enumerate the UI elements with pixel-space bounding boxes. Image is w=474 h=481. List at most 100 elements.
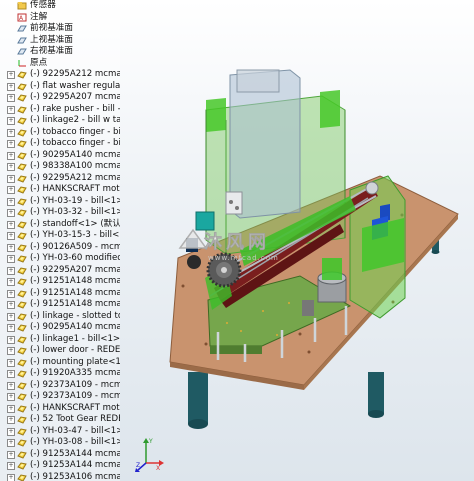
tree-part-label: (-) 92295A207 mcmaste: [30, 92, 120, 102]
tree-part-item[interactable]: + (-) 92373A109 - mcmas: [0, 391, 120, 403]
tree-part-item[interactable]: + (-) 92295A207 mcmaste: [0, 92, 120, 104]
coordinate-triad: Y X Z: [135, 438, 164, 472]
tree-part-item[interactable]: + (-) linkage2 - bill w tab: [0, 115, 120, 127]
expand-toggle-icon[interactable]: +: [7, 312, 15, 321]
tree-part-item[interactable]: + (-) YH-03-19 - bill<1> (: [0, 196, 120, 208]
expand-toggle-icon[interactable]: +: [7, 416, 15, 424]
expand-toggle-icon[interactable]: +: [7, 151, 15, 160]
expand-toggle-icon[interactable]: +: [7, 128, 15, 137]
tree-part-item[interactable]: + (-) 92373A109 - mcmas: [0, 380, 120, 392]
expand-toggle-icon[interactable]: +: [7, 393, 15, 401]
expand-toggle-icon[interactable]: +: [7, 370, 15, 378]
watermark-logo-icon: [178, 228, 208, 249]
tree-part-label: (-) 91253A106 mcmaste: [30, 471, 120, 481]
expand-toggle-icon[interactable]: +: [7, 174, 15, 183]
expand-toggle-icon[interactable]: +: [7, 450, 15, 459]
expand-toggle-icon[interactable]: +: [7, 232, 15, 240]
expand-toggle-icon[interactable]: +: [7, 209, 15, 217]
part-icon: [17, 346, 27, 355]
tree-item[interactable]: 右视基准面: [0, 46, 120, 58]
tree-part-label: (-) YH-03-19 - bill<1> (: [30, 195, 120, 206]
origin-icon: [17, 59, 27, 68]
expand-toggle-icon[interactable]: +: [7, 324, 15, 332]
tree-item[interactable]: A 注解: [0, 12, 120, 24]
tree-part-item[interactable]: + (-) 92295A207 mcmaste: [0, 265, 120, 277]
tree-part-item[interactable]: + (-) YH-03-32 - bill<1> (: [0, 207, 120, 219]
tree-part-item[interactable]: + (-) 91251A148 mcmaste: [0, 299, 120, 311]
tree-part-item[interactable]: + (-) HANKSCRAFT motor: [0, 403, 120, 415]
tree-part-item[interactable]: + (-) HANKSCRAFT motor: [0, 184, 120, 196]
expand-toggle-icon[interactable]: +: [7, 462, 15, 470]
tree-part-item[interactable]: + (-) 91251A148 mcmaste: [0, 288, 120, 300]
tree-item-label: 传感器: [30, 0, 56, 10]
tree-part-item[interactable]: + (-) flat washer regular_a: [0, 81, 120, 93]
expand-toggle-icon[interactable]: +: [7, 278, 15, 286]
expand-toggle-icon[interactable]: +: [7, 427, 15, 436]
tree-part-item[interactable]: + (-) YH-03-47 - bill<1> (: [0, 426, 120, 438]
expand-toggle-icon[interactable]: +: [7, 347, 15, 355]
tree-part-label: (-) 92295A207 mcmaste: [30, 264, 120, 275]
expand-toggle-icon[interactable]: +: [7, 105, 15, 114]
expand-toggle-icon[interactable]: +: [7, 381, 15, 390]
tree-part-item[interactable]: + (-) 90126A509 - mcmas: [0, 242, 120, 254]
graphics-viewport[interactable]: 沐风网 www.mfcad.com 传感器 A 注解 前视基准面 上视基准面 右视基准面原…: [0, 0, 474, 481]
tree-part-item[interactable]: + (-) 90295A140 mcmaste: [0, 150, 120, 162]
expand-toggle-icon[interactable]: +: [7, 473, 15, 481]
expand-toggle-icon[interactable]: +: [7, 439, 15, 447]
feature-tree[interactable]: 传感器 A 注解 前视基准面 上视基准面 右视基准面 原点 + (-) 92295A212 mc…: [0, 0, 120, 481]
expand-toggle-icon[interactable]: +: [7, 301, 15, 309]
tree-part-item[interactable]: + (-) 92295A212 mcmaste: [0, 69, 120, 81]
expand-toggle-icon[interactable]: +: [7, 335, 15, 344]
tree-part-item[interactable]: + (-) tobacco finger - bill: [0, 127, 120, 139]
expand-toggle-icon[interactable]: +: [7, 163, 15, 171]
tree-part-label: (-) YH-03-08 - bill<1> (: [30, 437, 120, 447]
tree-part-item[interactable]: + (-) lower door - REDESI: [0, 345, 120, 357]
tree-part-item[interactable]: + (-) mounting plate<1> <: [0, 357, 120, 369]
tree-part-item[interactable]: + (-) 92295A212 mcmaste: [0, 173, 120, 185]
tree-part-item[interactable]: + (-) 91253A106 mcmaste: [0, 472, 120, 481]
tree-part-item[interactable]: + (-) linkage1 - bill<1> (默: [0, 334, 120, 346]
part-icon: [17, 254, 27, 263]
expand-toggle-icon[interactable]: +: [7, 82, 15, 91]
tree-part-item[interactable]: + (-) YH-03-15-3 - bill<1>: [0, 230, 120, 242]
tree-part-label: (-) linkage1 - bill<1> (默: [30, 333, 120, 344]
part-icon: [17, 139, 27, 148]
expand-toggle-icon[interactable]: +: [7, 117, 15, 125]
expand-toggle-icon[interactable]: +: [7, 197, 15, 206]
expand-toggle-icon[interactable]: +: [7, 94, 15, 102]
tree-item[interactable]: 传感器: [0, 0, 120, 12]
expand-toggle-icon[interactable]: +: [7, 266, 15, 275]
tree-item[interactable]: 上视基准面: [0, 35, 120, 47]
tree-part-item[interactable]: + (-) 90295A140 mcmaste: [0, 322, 120, 334]
tree-part-item[interactable]: + (-) 91251A148 mcmaste: [0, 276, 120, 288]
tree-part-item[interactable]: + (-) 91253A144 mcmaste: [0, 449, 120, 461]
limit-switch: [225, 191, 243, 215]
tree-part-label: (-) YH-03-60 modified -: [30, 253, 120, 263]
tree-part-item[interactable]: + (-) 52 Toot Gear REDES: [0, 414, 120, 426]
tree-part-item[interactable]: + (-) YH-03-08 - bill<1> (: [0, 437, 120, 449]
expand-toggle-icon[interactable]: +: [7, 358, 15, 367]
tree-part-item[interactable]: + (-) rake pusher - bill - p: [0, 104, 120, 116]
expand-toggle-icon[interactable]: +: [7, 255, 15, 263]
expand-toggle-icon[interactable]: +: [7, 186, 15, 194]
tree-part-item[interactable]: + (-) standoff<1> (默认<<: [0, 219, 120, 231]
expand-toggle-icon[interactable]: +: [7, 243, 15, 252]
tree-part-label: (-) 91251A148 mcmaste: [30, 276, 120, 286]
expand-toggle-icon[interactable]: +: [7, 220, 15, 229]
expand-toggle-icon[interactable]: +: [7, 140, 15, 148]
part-icon: [17, 151, 27, 160]
watermark: 沐风网 www.mfcad.com: [178, 228, 279, 262]
tree-part-item[interactable]: + (-) YH-03-60 modified -: [0, 253, 120, 265]
expand-toggle-icon[interactable]: +: [7, 289, 15, 298]
tree-part-item[interactable]: + (-) 91920A335 mcmaste: [0, 368, 120, 380]
tree-part-item[interactable]: + (-) 98338A100 mcmaste: [0, 161, 120, 173]
tree-part-label: (-) tobacco finger - bill: [30, 138, 120, 148]
tree-part-item[interactable]: + (-) 91253A144 mcmaste: [0, 460, 120, 472]
tree-part-item[interactable]: + (-) tobacco finger - bill: [0, 138, 120, 150]
tree-part-item[interactable]: + (-) linkage - slotted top: [0, 311, 120, 323]
tree-item[interactable]: 原点: [0, 58, 120, 70]
expand-toggle-icon[interactable]: +: [7, 404, 15, 413]
annotation-icon: A: [17, 13, 27, 22]
tree-item[interactable]: 前视基准面: [0, 23, 120, 35]
expand-toggle-icon[interactable]: +: [7, 71, 15, 79]
